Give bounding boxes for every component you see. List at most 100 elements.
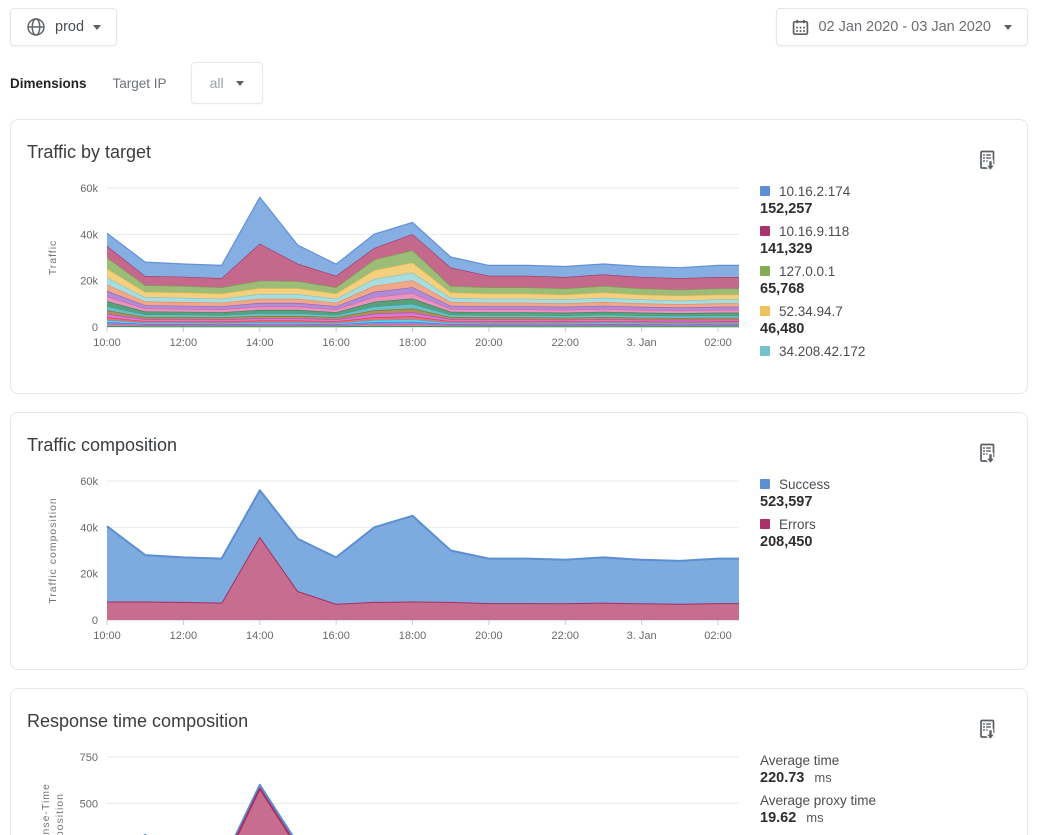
svg-text:18:00: 18:00	[399, 630, 427, 642]
legend-item: Errors 208,450	[760, 514, 1019, 554]
legend-swatch	[760, 266, 770, 276]
svg-text:40k: 40k	[80, 229, 98, 241]
dashboard-cards: Traffic by target 60k 40k 20k 0 Traffic 10:00…	[0, 119, 1038, 835]
legend-item: 10.16.2.174 152,257	[760, 181, 1019, 221]
response-time-composition-chart[interactable]: 7505002500Response-Timecomposition10:001…	[12, 737, 746, 835]
legend-swatch	[760, 226, 770, 236]
svg-text:12:00: 12:00	[170, 337, 198, 349]
svg-text:3. Jan: 3. Jan	[627, 630, 657, 642]
svg-text:10:00: 10:00	[93, 337, 121, 349]
legend-swatch	[760, 519, 770, 529]
report-download-icon[interactable]	[977, 719, 999, 743]
report-download-icon[interactable]	[977, 150, 999, 174]
legend-item: 52.34.94.7 46,480	[760, 301, 1019, 341]
card-body: 7505002500Response-Timecomposition10:001…	[11, 733, 1027, 835]
legend-unit: ms	[814, 770, 831, 785]
legend-unit: ms	[806, 810, 823, 825]
caret-down-icon	[93, 25, 101, 30]
svg-text:10:00: 10:00	[93, 630, 121, 642]
legend-item: 127.0.0.1 65,768	[760, 261, 1019, 301]
calendar-icon	[792, 19, 809, 36]
globe-icon	[26, 17, 46, 37]
legend-item: Success 523,597	[760, 474, 1019, 514]
environment-selector[interactable]: prod	[10, 8, 117, 46]
card-response-time-composition: Response time composition 7505002500Resp…	[10, 688, 1028, 835]
svg-text:60k: 60k	[80, 476, 98, 488]
svg-text:22:00: 22:00	[551, 630, 579, 642]
card-title: Traffic composition	[27, 433, 1011, 457]
legend-item: Average proxy time 19.62 ms	[760, 790, 1019, 830]
svg-text:Traffic: Traffic	[47, 240, 59, 276]
svg-text:60k: 60k	[80, 183, 98, 195]
svg-text:500: 500	[80, 798, 98, 810]
traffic-by-target-chart[interactable]: 60k40k20k0Traffic10:0012:0014:0016:0018:…	[12, 168, 746, 381]
response-time-composition-legend: Average time220.73msAverage proxy time19…	[746, 737, 1027, 835]
svg-text:02:00: 02:00	[704, 630, 732, 642]
legend-label: Average proxy time	[760, 793, 876, 808]
legend-value: 523,597	[760, 494, 812, 510]
svg-text:3. Jan: 3. Jan	[627, 337, 657, 349]
caret-down-icon	[236, 81, 244, 86]
legend-value: 208,450	[760, 534, 812, 550]
legend-item: 10.16.9.118 141,329	[760, 221, 1019, 261]
svg-text:0: 0	[92, 615, 98, 627]
svg-text:composition: composition	[54, 793, 66, 835]
svg-text:20k: 20k	[80, 569, 98, 581]
svg-text:Response-Time: Response-Time	[40, 783, 52, 835]
legend-swatch	[760, 306, 770, 316]
card-traffic-composition: Traffic composition 60k 40k 20k 0 Traffic co…	[10, 412, 1028, 670]
svg-text:12:00: 12:00	[170, 630, 198, 642]
svg-text:0: 0	[92, 322, 98, 334]
svg-text:Traffic composition: Traffic composition	[47, 497, 59, 604]
svg-text:14:00: 14:00	[246, 630, 274, 642]
card-title: Traffic by target	[27, 140, 1011, 164]
svg-text:40k: 40k	[80, 522, 98, 534]
svg-text:14:00: 14:00	[246, 337, 274, 349]
card-body: 60k 40k 20k 0 Traffic composition 10:00 12:00 1…	[11, 457, 1027, 669]
svg-text:20:00: 20:00	[475, 630, 503, 642]
svg-text:20k: 20k	[80, 276, 98, 288]
legend-label: 52.34.94.7	[779, 304, 843, 319]
traffic-composition-chart[interactable]: 60k 40k 20k 0 Traffic composition 10:00 12:00 1…	[12, 461, 746, 657]
response-time-composition-plot: 7505002500Response-Timecomposition10:001…	[12, 737, 746, 835]
card-header: Traffic by target	[11, 120, 1027, 164]
caret-down-icon	[1004, 25, 1012, 30]
card-traffic-by-target: Traffic by target 60k 40k 20k 0 Traffic 10:00…	[10, 119, 1028, 394]
legend-value: 46,480	[760, 321, 804, 337]
legend-item: Average target time201.11ms	[760, 830, 1019, 835]
card-title: Response time composition	[27, 709, 1011, 733]
card-body: 60k40k20k0Traffic10:0012:0014:0016:0018:…	[11, 164, 1027, 393]
target-ip-selected-value: all	[210, 75, 224, 91]
legend-value: 65,768	[760, 281, 804, 297]
svg-text:20:00: 20:00	[475, 337, 503, 349]
top-bar: prod 02 Jan 2020 - 03 Jan 2020	[0, 0, 1038, 46]
environment-label: prod	[55, 19, 84, 35]
legend-swatch	[760, 346, 770, 356]
target-ip-label: Target IP	[113, 76, 167, 91]
target-ip-select[interactable]: all	[191, 62, 263, 104]
legend-label: Success	[779, 477, 830, 492]
date-range-label: 02 Jan 2020 - 03 Jan 2020	[818, 19, 991, 35]
card-header: Response time composition	[11, 689, 1027, 733]
svg-text:02:00: 02:00	[704, 337, 732, 349]
legend-label: Errors	[779, 517, 816, 532]
legend-label: 10.16.2.174	[779, 184, 850, 199]
legend-swatch	[760, 479, 770, 489]
svg-text:16:00: 16:00	[322, 337, 350, 349]
legend-value: 152,257	[760, 201, 812, 217]
svg-text:750: 750	[80, 752, 98, 764]
legend-label: 10.16.9.118	[779, 224, 849, 239]
date-range-picker[interactable]: 02 Jan 2020 - 03 Jan 2020	[776, 8, 1028, 46]
traffic-composition-legend: Success 523,597 Errors 208,450	[746, 461, 1027, 657]
legend-label: 127.0.0.1	[779, 264, 835, 279]
filter-bar: Dimensions Target IP all	[10, 62, 1038, 104]
traffic-by-target-legend: 10.16.2.174 152,257 10.16.9.118 141,329 127.…	[746, 168, 1027, 381]
legend-value: 19.62	[760, 810, 796, 826]
card-header: Traffic composition	[11, 413, 1027, 457]
svg-text:22:00: 22:00	[551, 337, 579, 349]
traffic-composition-plot: 60k 40k 20k 0 Traffic composition 10:00 12:00 1…	[12, 461, 746, 657]
legend-label: 34.208.42.172	[779, 344, 865, 359]
report-download-icon[interactable]	[977, 443, 999, 467]
traffic-by-target-plot: 60k40k20k0Traffic10:0012:0014:0016:0018:…	[12, 168, 746, 364]
legend-value: 141,329	[760, 241, 812, 257]
